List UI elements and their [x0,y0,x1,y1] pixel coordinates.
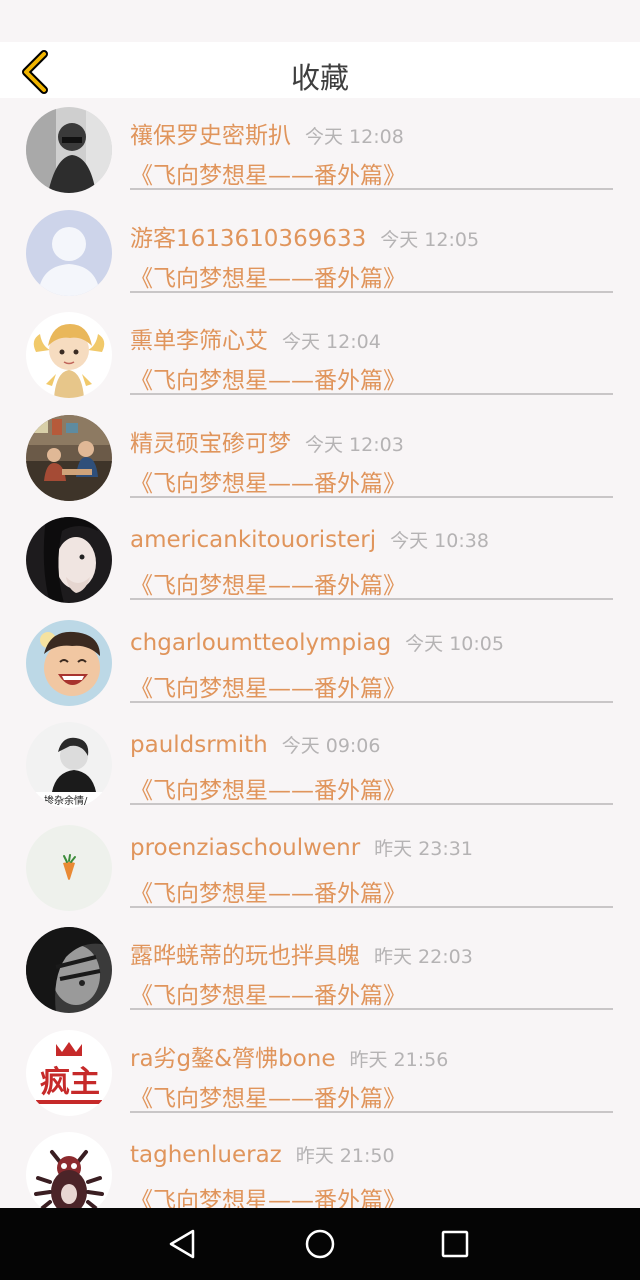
timestamp: 今天 12:04 [282,331,381,353]
square-recents-icon [441,1230,469,1258]
username[interactable]: 精灵硕宝碜可梦 [130,431,291,457]
timestamp: 昨天 21:50 [295,1145,395,1167]
list-item[interactable]: proenziaschoulwenr 昨天 23:31 《飞向梦想星——番外篇》 [0,816,640,919]
work-title[interactable]: 《飞向梦想星——番外篇》 [130,1181,406,1208]
list-item[interactable]: 露晔蜣蒂的玩也拌具魄 昨天 22:03 《飞向梦想星——番外篇》 [0,918,640,1021]
timestamp: 昨天 21:56 [349,1048,449,1071]
timestamp: 今天 09:06 [281,735,381,757]
avatar[interactable] [26,517,112,603]
avatar[interactable]: 疯主 [26,1029,112,1116]
work-title[interactable]: 《飞向梦想星——番外篇》 [130,156,406,190]
username[interactable]: 熏单李筛心艾 [130,328,268,354]
avatar[interactable] [26,312,112,398]
avatar[interactable] [26,619,112,706]
avatar[interactable] [26,414,112,501]
avatar[interactable] [26,824,112,911]
chevron-left-icon [22,50,48,94]
work-title[interactable]: 《飞向梦想星——番外篇》 [130,464,406,498]
timestamp: 今天 12:03 [305,433,404,456]
username[interactable]: 游客1613610369633 [130,226,366,252]
work-title[interactable]: 《飞向梦想星——番外篇》 [130,259,406,293]
list-item[interactable]: 熏单李筛心艾 今天 12:04 《飞向梦想星——番外篇》 [0,303,640,406]
avatar-caption: 疯主 [40,1065,100,1100]
timestamp: 昨天 22:03 [374,946,473,968]
list-item[interactable]: 游客1613610369633 今天 12:05 《飞向梦想星——番外篇》 [0,201,640,304]
avatar[interactable] [26,107,112,193]
username[interactable]: pauldsrmith [130,732,268,758]
username[interactable]: 露晔蜣蒂的玩也拌具魄 [130,943,360,969]
avatar[interactable] [26,1132,112,1208]
list-item[interactable]: chgarloumtteolympiag 今天 10:05 《飞向梦想星——番外篇… [0,611,640,714]
work-title[interactable]: 《飞向梦想星——番外篇》 [130,1079,406,1113]
avatar[interactable]: 掺杂余情/ [26,722,112,808]
list-item[interactable]: 精灵硕宝碜可梦 今天 12:03 《飞向梦想星——番外篇》 [0,406,640,509]
header: 收藏 [0,42,640,98]
avatar[interactable] [26,927,112,1013]
nav-home-button[interactable] [302,1226,338,1262]
triangle-back-icon [169,1229,195,1259]
username[interactable]: taghenlueraz [130,1142,282,1168]
work-title[interactable]: 《飞向梦想星——番外篇》 [130,976,406,1010]
list-item[interactable]: americankitouoristerj 今天 10:38 《飞向梦想星——番外… [0,508,640,611]
work-title[interactable]: 《飞向梦想星——番外篇》 [130,566,406,600]
list-item[interactable]: 掺杂余情/ pauldsrmith 今天 09:06 《飞向梦想星——番外篇》 [0,713,640,816]
avatar[interactable] [26,209,112,296]
favorites-list[interactable]: 禳保罗史密斯扒 今天 12:08 《飞向梦想星——番外篇》 游客161361036… [0,98,640,1208]
work-title[interactable]: 《飞向梦想星——番外篇》 [130,874,406,908]
nav-back-button[interactable] [164,1226,200,1262]
back-button[interactable] [14,50,54,94]
work-title[interactable]: 《飞向梦想星——番外篇》 [130,669,406,703]
timestamp: 今天 12:08 [305,126,404,148]
timestamp: 今天 10:38 [390,530,489,552]
circle-home-icon [305,1229,335,1259]
avatar-caption: 掺杂余情/ [44,794,88,807]
list-item[interactable]: 禳保罗史密斯扒 今天 12:08 《飞向梦想星——番外篇》 [0,98,640,201]
username[interactable]: proenziaschoulwenr [130,835,360,861]
username[interactable]: americankitouoristerj [130,527,376,553]
status-bar [0,0,640,42]
list-item[interactable]: taghenlueraz 昨天 21:50 《飞向梦想星——番外篇》 [0,1123,640,1208]
username[interactable]: chgarloumtteolympiag [130,630,391,656]
username[interactable]: 禳保罗史密斯扒 [130,123,291,149]
timestamp: 今天 10:05 [405,632,504,655]
work-title[interactable]: 《飞向梦想星——番外篇》 [130,771,406,805]
page-title: 收藏 [290,61,349,95]
nav-recents-button[interactable] [437,1226,473,1262]
timestamp: 昨天 23:31 [374,837,473,860]
system-nav-bar [0,1208,640,1280]
work-title[interactable]: 《飞向梦想星——番外篇》 [130,361,406,395]
list-item[interactable]: 疯主 ra劣g鏊&膂怫bone 昨天 21:56 《飞向梦想星——番外篇》 [0,1021,640,1124]
timestamp: 今天 12:05 [380,228,480,251]
username[interactable]: ra劣g鏊&膂怫bone [130,1046,335,1072]
